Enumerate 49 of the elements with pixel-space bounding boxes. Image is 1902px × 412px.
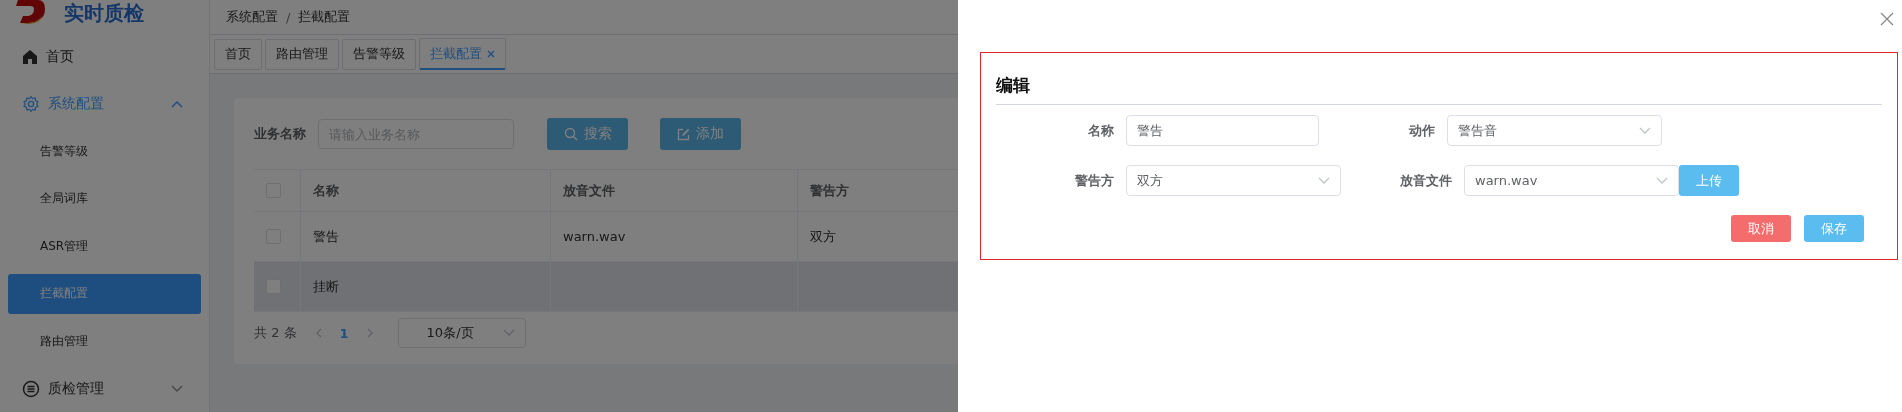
table-cell: 双方 (810, 227, 836, 246)
next-icon[interactable] (366, 328, 374, 338)
chevron-icon (171, 100, 183, 109)
field-label: 警告方 (1074, 171, 1114, 190)
chevron-icon (1639, 126, 1651, 135)
list-icon (22, 379, 40, 398)
page-size-select[interactable]: 10条/页 (397, 318, 526, 348)
previous-icon[interactable] (314, 328, 322, 338)
submenu-item[interactable]: 告警等级 (8, 131, 201, 172)
close-icon[interactable] (487, 49, 495, 58)
field-label: 名称 (1087, 121, 1114, 140)
column-header: 名称 (301, 170, 551, 211)
tab[interactable]: 告警等级 (342, 38, 416, 70)
input-field[interactable]: 警告 (1126, 115, 1319, 146)
submenu-item[interactable]: 路由管理 (8, 321, 201, 361)
field-label: 业务名称 (254, 125, 306, 143)
submenu-item[interactable]: 拦截配置 (8, 274, 201, 314)
home-icon (22, 49, 38, 66)
form-button[interactable]: 取消 (1731, 215, 1791, 242)
select-field[interactable]: warn.wav (1464, 165, 1679, 196)
close-icon[interactable] (1880, 12, 1894, 26)
select-field[interactable]: 双方 (1126, 165, 1341, 196)
menu-item[interactable]: 首页 (0, 33, 209, 81)
edit-icon (677, 127, 690, 141)
breadcrumb-item[interactable]: 拦截配置 (298, 8, 351, 26)
search-icon (563, 127, 578, 141)
column-header: 放音文件 (551, 170, 798, 211)
chevron-icon (171, 384, 183, 393)
menu-item[interactable]: 质检管理 (0, 365, 209, 412)
breadcrumb-separator: / (286, 9, 291, 25)
table-row[interactable]: 挂断 (254, 262, 958, 312)
chevron-icon (502, 329, 515, 337)
submenu-item[interactable]: 全局词库 (8, 179, 201, 219)
total-count: 共 2 条 (254, 324, 297, 342)
chevron-icon (1318, 176, 1330, 185)
table-cell: 警告 (313, 227, 339, 246)
app-title: 实时质检 (64, 0, 144, 26)
tab[interactable]: 首页 (214, 38, 262, 70)
select-field[interactable]: 警告音 (1447, 115, 1662, 146)
settings-icon (22, 95, 40, 114)
field-label: 动作 (1409, 121, 1435, 140)
field-label: 放音文件 (1400, 171, 1452, 190)
tab[interactable]: 路由管理 (265, 38, 339, 70)
table-cell: warn.wav (563, 229, 626, 244)
chevron-icon (1656, 176, 1668, 185)
form-title: 编辑 (996, 74, 1031, 96)
breadcrumb-item[interactable]: 系统配置 (226, 8, 278, 26)
submenu-item[interactable]: ASR管理 (8, 226, 201, 267)
table-cell: 挂断 (313, 277, 339, 296)
